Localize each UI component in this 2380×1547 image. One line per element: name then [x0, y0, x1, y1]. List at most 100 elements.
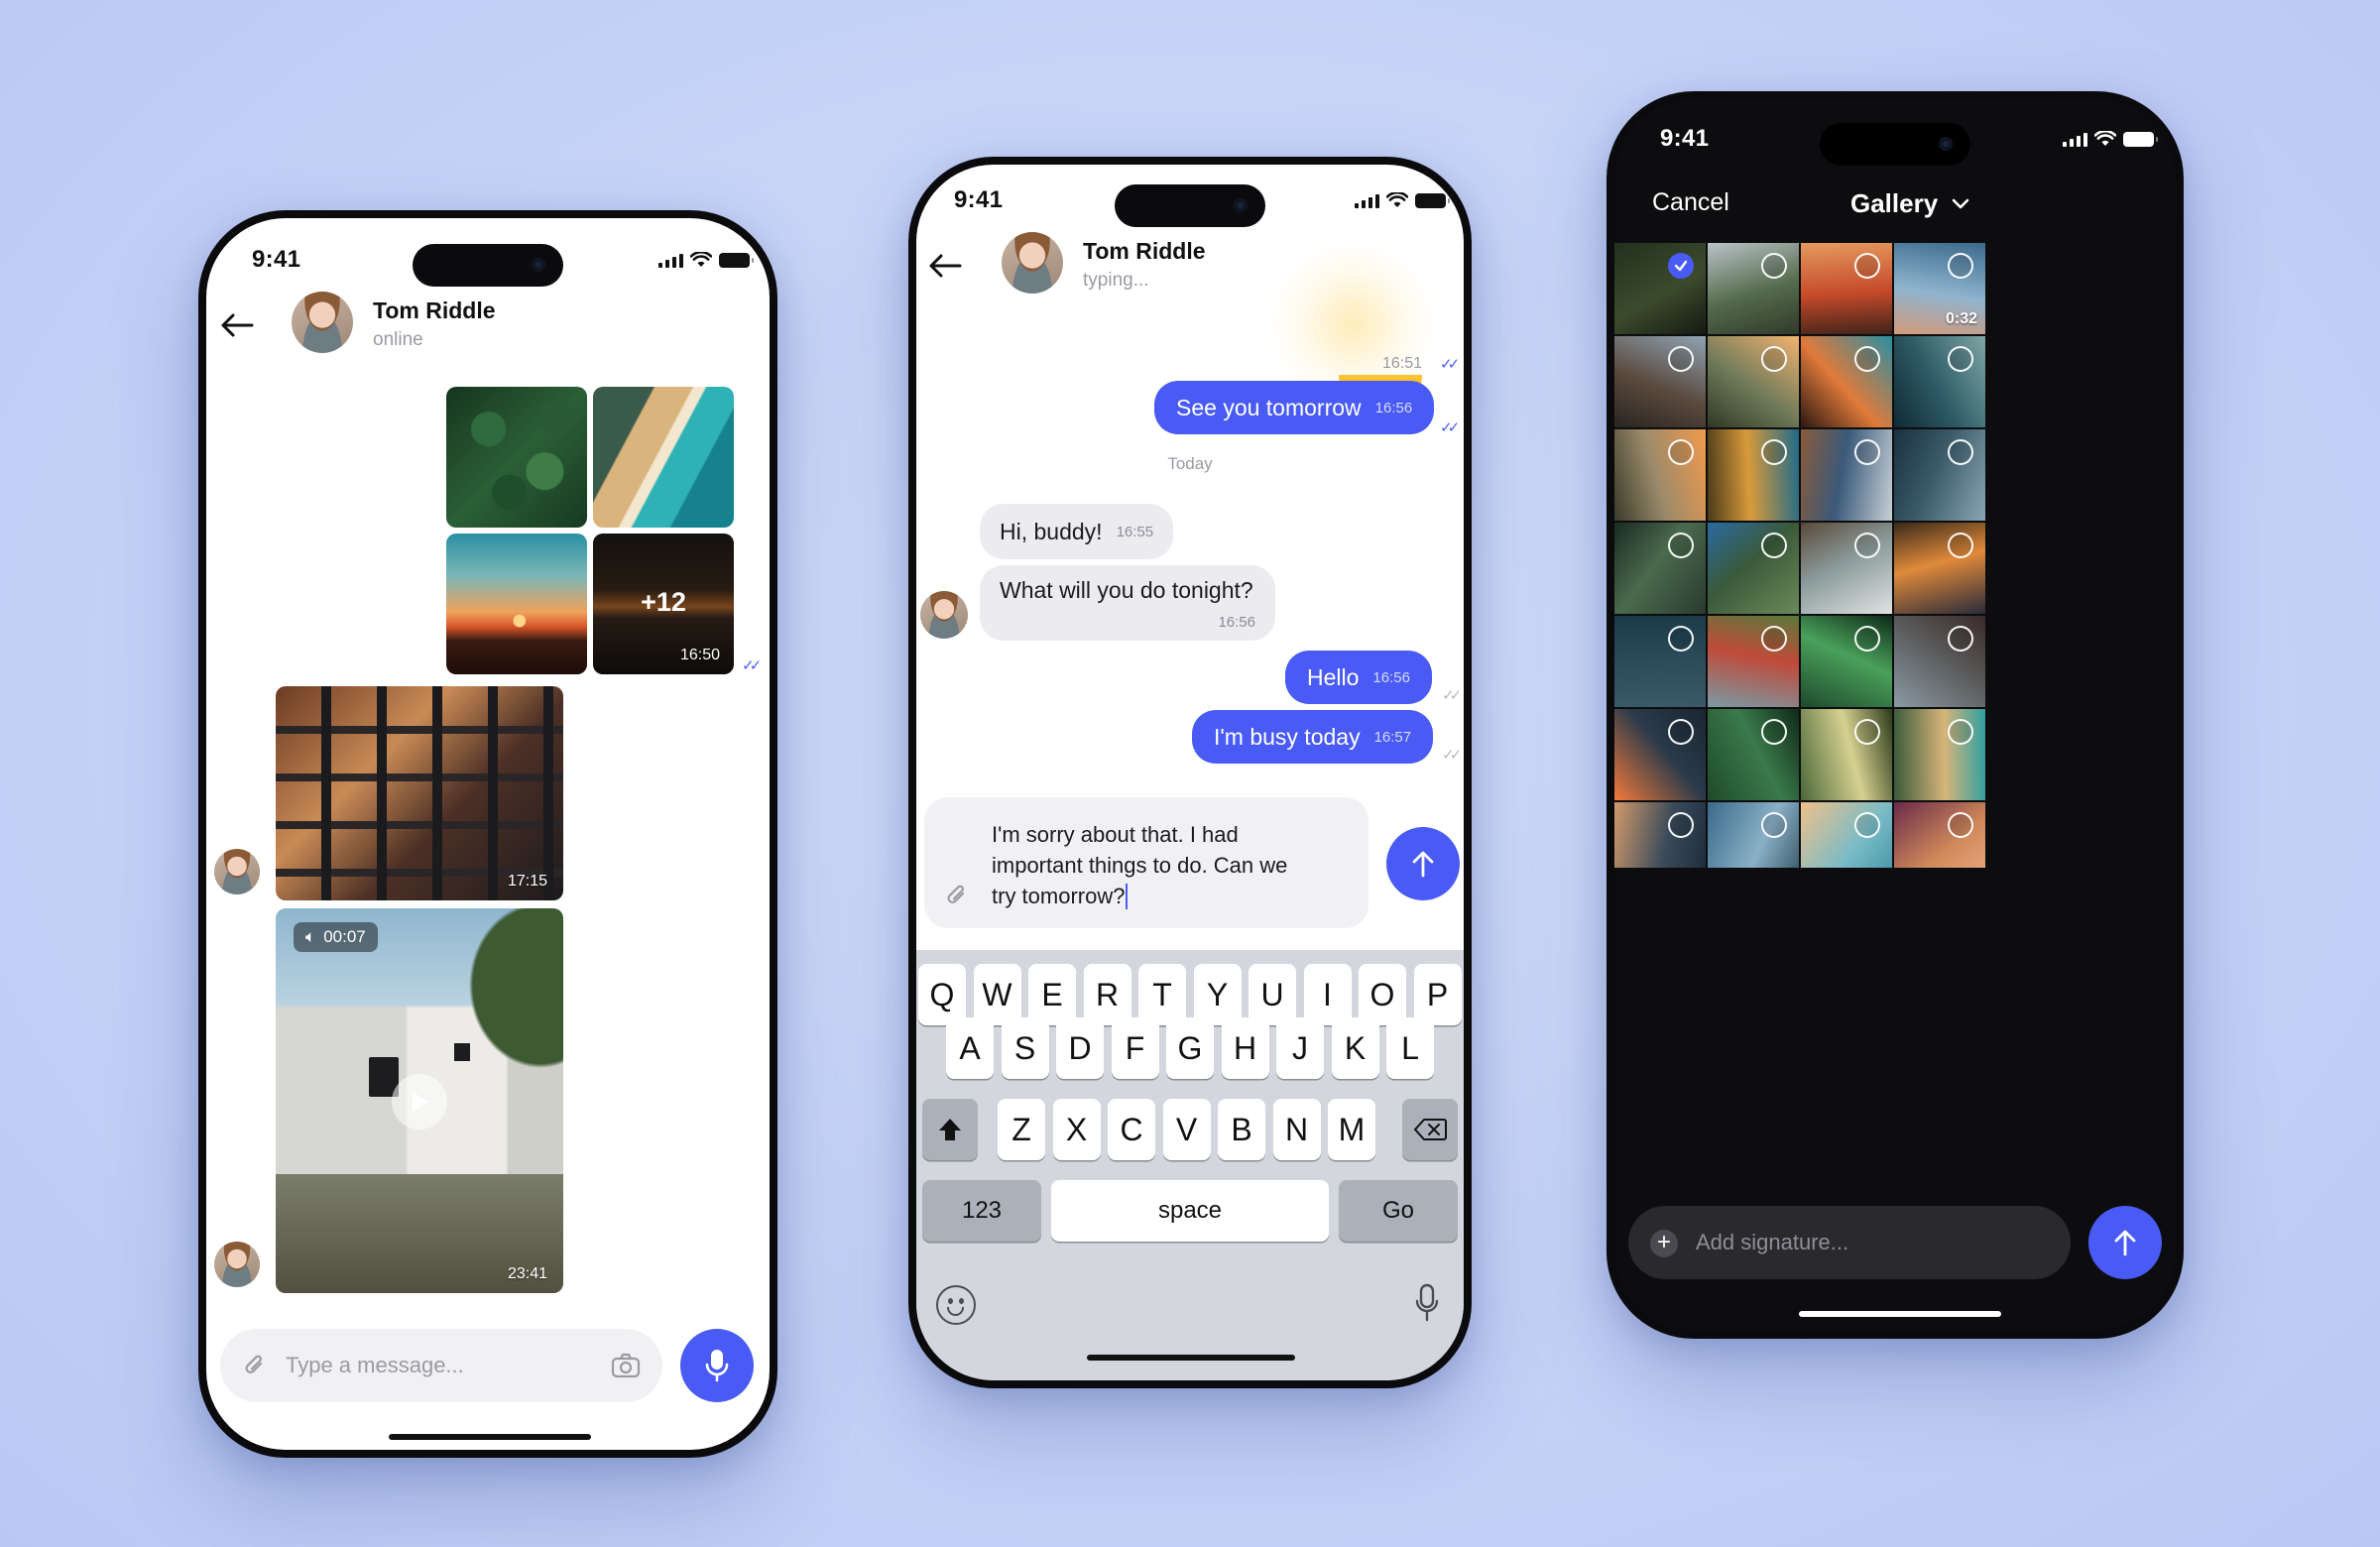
gallery-photo[interactable] [1801, 616, 1892, 707]
message-outgoing[interactable]: Hello 16:56 [1285, 651, 1432, 704]
select-circle-icon[interactable] [1948, 253, 1973, 279]
key-p[interactable]: P [1413, 964, 1462, 1025]
attach-icon[interactable] [244, 1353, 266, 1378]
key-u[interactable]: U [1249, 964, 1296, 1025]
key-c[interactable]: C [1108, 1099, 1155, 1160]
select-circle-icon[interactable] [1668, 812, 1694, 838]
select-circle-icon[interactable] [1854, 439, 1880, 465]
select-circle-icon[interactable] [1948, 719, 1973, 745]
message-incoming[interactable]: What will you do tonight? 16:56 [980, 565, 1275, 641]
gallery-photo[interactable] [1894, 802, 1985, 868]
gallery-photo[interactable] [1708, 243, 1799, 334]
key-e[interactable]: E [1028, 964, 1076, 1025]
key-m[interactable]: M [1328, 1099, 1375, 1160]
key-s[interactable]: S [1001, 1017, 1049, 1079]
gallery-photo[interactable] [1801, 709, 1892, 800]
select-circle-icon[interactable] [1668, 346, 1694, 372]
select-circle-icon[interactable] [1761, 719, 1787, 745]
selected-check-icon[interactable] [1668, 253, 1694, 279]
contact-avatar[interactable] [292, 292, 353, 353]
select-circle-icon[interactable] [1668, 533, 1694, 558]
select-circle-icon[interactable] [1948, 533, 1973, 558]
signature-input[interactable]: + Add signature... [1628, 1206, 2071, 1279]
select-circle-icon[interactable] [1854, 812, 1880, 838]
gallery-photo[interactable]: 0:32 [1894, 243, 1985, 334]
select-circle-icon[interactable] [1948, 346, 1973, 372]
key-x[interactable]: X [1052, 1099, 1101, 1160]
gallery-photo[interactable] [1708, 523, 1799, 614]
camera-icon[interactable] [611, 1353, 641, 1378]
album-photo-coast[interactable] [593, 387, 734, 528]
select-circle-icon[interactable] [1854, 253, 1880, 279]
building-photo[interactable]: 17:15 [276, 686, 563, 900]
key-l[interactable]: L [1386, 1017, 1434, 1079]
key-y[interactable]: Y [1193, 964, 1242, 1025]
gallery-photo[interactable] [1614, 709, 1706, 800]
dictation-microphone-icon[interactable] [1414, 1283, 1440, 1323]
message-outgoing[interactable]: See you tomorrow 16:56 [1154, 381, 1435, 434]
gallery-photo[interactable] [1614, 523, 1706, 614]
gallery-photo[interactable] [1894, 523, 1985, 614]
cancel-button[interactable]: Cancel [1652, 188, 1729, 217]
gallery-photo[interactable] [1801, 802, 1892, 868]
key-f[interactable]: F [1111, 1017, 1159, 1079]
voice-record-button[interactable] [680, 1329, 754, 1402]
key-k[interactable]: K [1331, 1017, 1379, 1079]
select-circle-icon[interactable] [1948, 812, 1973, 838]
gallery-photo[interactable] [1801, 243, 1892, 334]
select-circle-icon[interactable] [1948, 439, 1973, 465]
message-input-placeholder[interactable]: Type a message... [286, 1353, 464, 1378]
key-t[interactable]: T [1138, 964, 1186, 1025]
select-circle-icon[interactable] [1668, 439, 1694, 465]
key-d[interactable]: D [1056, 1017, 1104, 1079]
gallery-photo[interactable] [1708, 429, 1799, 521]
go-key[interactable]: Go [1339, 1180, 1458, 1242]
select-circle-icon[interactable] [1761, 626, 1787, 652]
key-w[interactable]: W [973, 964, 1021, 1025]
delete-key[interactable] [1402, 1099, 1458, 1160]
select-circle-icon[interactable] [1761, 533, 1787, 558]
gallery-photo[interactable] [1614, 336, 1706, 427]
gallery-album-selector[interactable]: Gallery [1850, 188, 1969, 219]
message-input-box[interactable]: I'm sorry about that. I had important th… [924, 797, 1368, 928]
attach-icon[interactable] [946, 883, 968, 908]
key-j[interactable]: J [1276, 1017, 1324, 1079]
gallery-photo[interactable] [1614, 802, 1706, 868]
select-circle-icon[interactable] [1948, 626, 1973, 652]
select-circle-icon[interactable] [1854, 533, 1880, 558]
gallery-photo[interactable] [1801, 336, 1892, 427]
play-button[interactable] [392, 1074, 447, 1130]
message-incoming[interactable]: Hi, buddy! 16:55 [980, 504, 1174, 559]
select-circle-icon[interactable] [1761, 812, 1787, 838]
numbers-key[interactable]: 123 [922, 1180, 1041, 1242]
message-input-bar[interactable]: Type a message... [220, 1329, 662, 1402]
gallery-photo[interactable] [1614, 616, 1706, 707]
gallery-photo[interactable] [1894, 336, 1985, 427]
gallery-photo[interactable] [1801, 523, 1892, 614]
contact-name[interactable]: Tom Riddle [373, 298, 496, 324]
shift-key[interactable] [922, 1099, 978, 1160]
select-circle-icon[interactable] [1761, 253, 1787, 279]
gallery-photo[interactable] [1801, 429, 1892, 521]
select-circle-icon[interactable] [1854, 719, 1880, 745]
contact-name[interactable]: Tom Riddle [1083, 238, 1206, 265]
gallery-photo[interactable] [1894, 709, 1985, 800]
key-q[interactable]: Q [918, 964, 966, 1025]
select-circle-icon[interactable] [1854, 626, 1880, 652]
gallery-photo[interactable] [1708, 802, 1799, 868]
back-arrow-icon[interactable] [928, 254, 962, 278]
video-message[interactable]: 🔈︎ 00:07 23:41 [276, 908, 563, 1293]
gallery-photo[interactable] [1708, 616, 1799, 707]
signature-placeholder[interactable]: Add signature... [1696, 1230, 1848, 1255]
select-circle-icon[interactable] [1668, 626, 1694, 652]
album-photo-forest[interactable] [446, 387, 587, 528]
select-circle-icon[interactable] [1668, 719, 1694, 745]
contact-avatar[interactable] [1002, 232, 1063, 294]
key-o[interactable]: O [1359, 964, 1406, 1025]
key-r[interactable]: R [1083, 964, 1131, 1025]
emoji-icon[interactable] [936, 1285, 976, 1325]
key-b[interactable]: B [1218, 1099, 1265, 1160]
message-outgoing[interactable]: I'm busy today 16:57 [1192, 710, 1434, 764]
space-key[interactable]: space [1051, 1180, 1329, 1242]
gallery-photo[interactable] [1894, 429, 1985, 521]
